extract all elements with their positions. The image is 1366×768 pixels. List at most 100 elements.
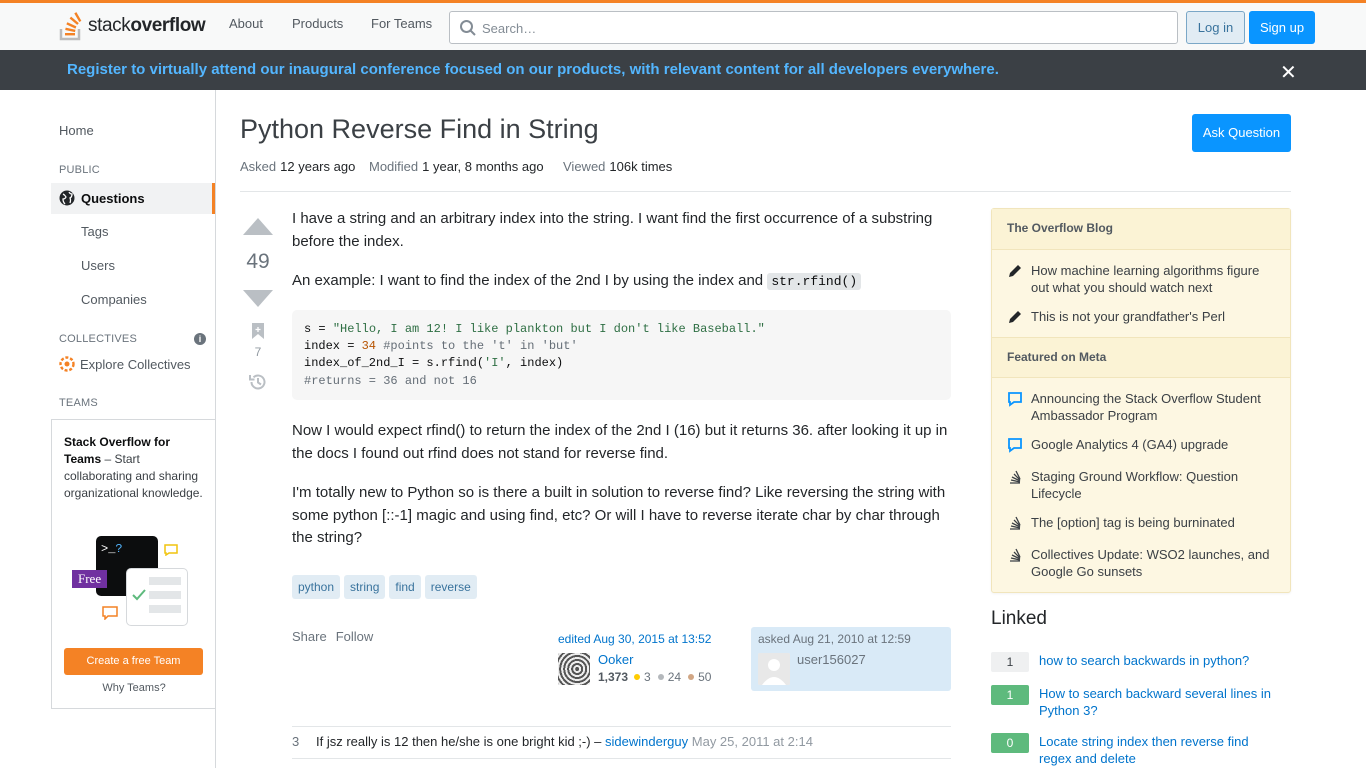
search-box [449,11,1178,44]
code-block: s = "Hello, I am 12! I like plankton but… [292,310,951,400]
sidebar-section-teams: TEAMS [59,397,98,409]
teams-illustration: >_? Free [70,536,190,628]
chat-bubble-icon [164,544,178,556]
title-divider [240,191,1291,192]
comment: 3 If jsz really is 12 then he/she is one … [292,734,951,749]
comment-score: 3 [292,734,300,749]
bronze-badge-icon [688,674,695,680]
linked-question-link[interactable]: how to search backwards in python? [1039,652,1284,669]
edited-timestamp-link[interactable]: edited Aug 30, 2015 at 13:52 [558,632,711,646]
sidebar-item-home[interactable]: Home [59,123,94,138]
comment-divider [292,726,951,727]
top-bar: stackoverflow About Products For Teams L… [0,0,1366,50]
linked-question-link[interactable]: Locate string index then reverse find re… [1039,733,1284,767]
downvote-arrow-icon[interactable] [242,289,274,309]
why-teams-link[interactable]: Why Teams? [52,682,216,694]
tag-python[interactable]: python [292,575,341,599]
history-icon[interactable] [248,372,268,392]
signup-button[interactable]: Sign up [1249,11,1315,44]
search-icon [460,20,476,36]
meta-modified: Modified 1 year, 8 months ago [369,159,544,174]
gold-badge-icon [634,674,641,680]
avatar[interactable] [558,653,590,685]
check-icon [132,589,146,601]
left-sidebar: Home PUBLIC Questions Tags Users Compani… [51,90,216,768]
bookmark-icon[interactable] [251,322,265,340]
sidebar-item-explore-collectives[interactable]: Explore Collectives [59,356,191,372]
overflow-blog-widget: The Overflow Blog How machine learning a… [991,208,1291,593]
sidebar-section-public: PUBLIC [59,164,100,176]
meta-heading: Featured on Meta [992,337,1290,378]
stack-exchange-icon [1010,516,1021,530]
create-free-team-button[interactable]: Create a free Team [64,648,203,675]
stack-exchange-icon [1010,548,1021,562]
sidebar-item-tags[interactable]: Tags [81,224,108,239]
nav-about[interactable]: About [229,16,263,31]
chat-bubble-icon [102,606,118,620]
meta-asked: Asked 12 years ago [240,159,356,174]
question-paragraph-3: Now I would expect rfind() to return the… [292,422,948,462]
close-icon[interactable]: ✕ [1280,60,1297,85]
sidebar-item-questions[interactable]: Questions [51,183,215,214]
free-badge: Free [72,570,108,588]
default-user-icon [758,653,790,685]
bookmark-count: 7 [254,345,262,359]
blog-heading: The Overflow Blog [992,209,1290,250]
silver-badge-icon [657,674,664,680]
sidebar-section-collectives: COLLECTIVES [59,333,138,345]
tag-reverse[interactable]: reverse [424,575,477,599]
comment-user-link[interactable]: sidewinderguy [605,734,688,749]
post-menu: Share Follow [292,629,373,644]
comment-text: If jsz really is 12 then he/she is one b… [316,734,606,749]
logo-text: stackoverflow [88,15,206,36]
linked-question-link[interactable]: How to search backward several lines in … [1039,685,1284,719]
editor-reputation: 1,373 3 24 50 [598,670,712,684]
teams-promo-text: Stack Overflow for Teams – Start collabo… [64,435,203,500]
speech-bubble-icon [1008,392,1022,407]
search-input[interactable] [482,18,1162,38]
teams-promo: Stack Overflow for Teams – Start collabo… [51,419,215,709]
announcement-banner: Register to virtually attend our inaugur… [0,50,1366,90]
tag-find[interactable]: find [389,575,421,599]
asked-timestamp: asked Aug 21, 2010 at 12:59 [758,632,911,646]
linked-score: 1 [991,685,1029,705]
linked-heading: Linked [991,608,1047,629]
login-button[interactable]: Log in [1186,11,1245,44]
pencil-icon [1009,265,1021,277]
meta-viewed: Viewed 106k times [563,159,673,174]
linked-score: 0 [991,733,1029,753]
vote-count: 49 [246,250,270,273]
question-paragraph-2: An example: I want to find the index of … [292,270,952,294]
avatar[interactable] [758,653,790,685]
speech-bubble-icon [1008,438,1022,453]
stack-logo-icon [59,12,82,41]
nav-products[interactable]: Products [292,16,343,31]
editor-name-link[interactable]: Ooker [598,652,633,667]
sidebar-item-questions-label: Questions [81,191,145,206]
inline-code: str.rfind() [767,273,862,290]
comment-date: May 25, 2011 at 2:14 [691,734,813,749]
question-title[interactable]: Python Reverse Find in String [240,114,599,145]
stackoverflow-logo[interactable]: stackoverflow [58,9,206,43]
editor-signature: edited Aug 30, 2015 at 13:52 Ooker 1,373… [552,627,742,691]
banner-link[interactable]: Register to virtually attend our inaugur… [67,61,999,78]
follow-link[interactable]: Follow [336,629,374,644]
asker-signature: asked Aug 21, 2010 at 12:59 user156027 [751,627,951,691]
sidebar-item-companies[interactable]: Companies [81,292,147,307]
stack-exchange-icon [1010,470,1021,484]
upvote-arrow-icon[interactable] [242,216,274,236]
globe-icon [59,190,75,206]
question-paragraph-4: I'm totally new to Python so is there a … [292,484,946,546]
share-link[interactable]: Share [292,629,327,644]
info-icon[interactable]: i [194,333,206,345]
asker-name: user156027 [797,652,866,667]
ask-question-button[interactable]: Ask Question [1192,114,1291,152]
tag-string[interactable]: string [344,575,386,599]
question-paragraph-1: I have a string and an arbitrary index i… [292,210,933,250]
linked-score: 1 [991,652,1029,672]
tag-list: python string find reverse [292,575,477,599]
explore-collectives-label: Explore Collectives [80,356,191,372]
sidebar-item-users[interactable]: Users [81,258,115,273]
nav-for-teams[interactable]: For Teams [371,16,432,31]
collectives-icon [59,356,75,372]
